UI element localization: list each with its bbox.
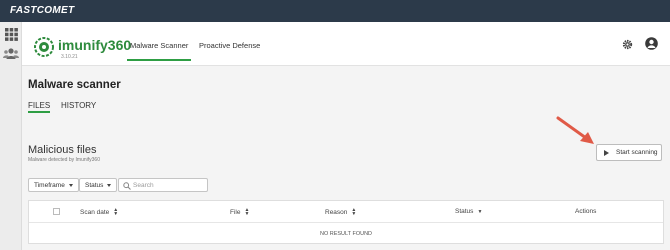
column-label: Actions <box>575 208 597 215</box>
column-reason[interactable]: Reason ▲ ▼ <box>325 207 357 217</box>
sort-icon: ▲ ▼ <box>113 207 119 217</box>
tab-history[interactable]: HISTORY <box>61 101 96 110</box>
section-title: Malicious files <box>28 144 97 156</box>
gear-icon[interactable] <box>622 39 633 50</box>
column-status[interactable]: Status ▼ <box>455 208 482 215</box>
empty-results-message: NO RESULT FOUND <box>319 231 373 237</box>
status-filter[interactable]: Status <box>79 178 118 192</box>
sort-down-icon: ▼ <box>477 208 483 215</box>
shield-logo-icon <box>34 37 54 57</box>
left-sidebar <box>0 22 22 250</box>
start-scanning-button[interactable]: Start scanning <box>596 144 662 161</box>
select-all-checkbox[interactable] <box>53 208 60 215</box>
column-label: Scan date <box>80 208 110 216</box>
search-box <box>118 178 208 192</box>
grid-icon[interactable] <box>5 28 18 41</box>
search-icon <box>123 182 131 190</box>
play-icon <box>604 149 609 156</box>
column-scan-date[interactable]: Scan date ▲ ▼ <box>80 207 119 217</box>
tab-proactive-defense[interactable]: Proactive Defense <box>199 41 260 50</box>
caret-down-icon <box>68 183 73 187</box>
timeframe-label: Timeframe <box>34 181 65 189</box>
brand-logo: FASTCOMET <box>10 5 75 16</box>
status-label: Status <box>85 181 104 189</box>
section-subtitle: Malware detected by Imunify360 <box>28 157 100 163</box>
top-bar: FASTCOMET <box>0 0 670 22</box>
column-label: File <box>230 208 241 216</box>
caret-down-icon <box>107 183 112 187</box>
column-label: Reason <box>325 208 348 216</box>
column-file[interactable]: File ▲ ▼ <box>230 207 250 217</box>
sort-icon: ▲ ▼ <box>351 207 357 217</box>
product-version: 3.10.21 <box>61 54 78 60</box>
tab-malware-scanner[interactable]: Malware Scanner <box>126 41 192 61</box>
column-label: Status <box>455 208 474 215</box>
annotation-arrow <box>556 116 594 144</box>
product-name: imunify360 <box>58 37 132 53</box>
users-icon[interactable] <box>3 48 19 60</box>
column-actions: Actions <box>575 208 596 215</box>
results-table: Scan date ▲ ▼ File ▲ ▼ Reason ▲ ▼ Status ▼ … <box>28 200 664 244</box>
sort-icon: ▲ ▼ <box>244 207 250 217</box>
page-title: Malware scanner <box>28 79 121 91</box>
table-header: Scan date ▲ ▼ File ▲ ▼ Reason ▲ ▼ Status ▼ … <box>29 201 663 223</box>
start-scanning-label: Start scanning <box>616 149 658 156</box>
search-input[interactable] <box>133 180 205 190</box>
app-header: imunify360 3.10.21 Malware Scanner Proac… <box>22 22 670 66</box>
tab-files[interactable]: FILES <box>28 101 51 113</box>
user-avatar-icon[interactable] <box>645 37 658 50</box>
timeframe-filter[interactable]: Timeframe <box>28 178 79 192</box>
